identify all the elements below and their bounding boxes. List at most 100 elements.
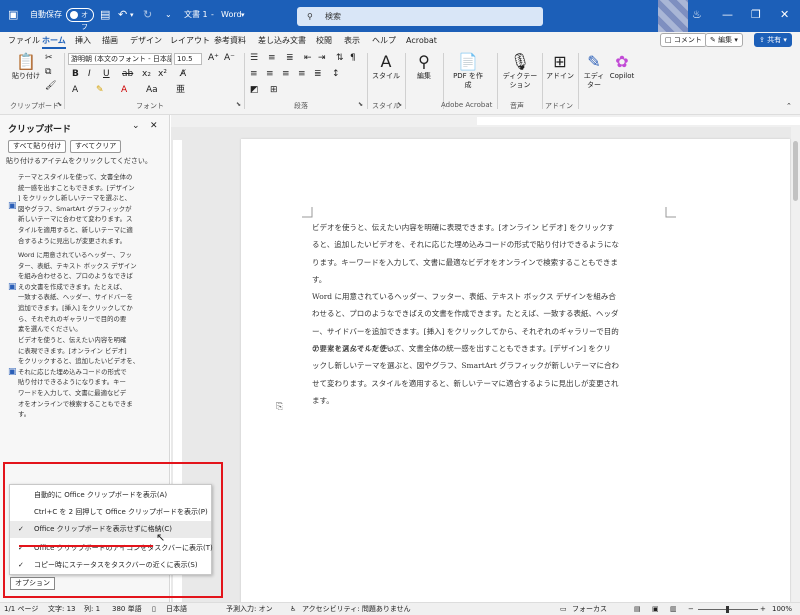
zoom-slider-thumb[interactable] (726, 606, 729, 613)
show-marks-icon[interactable]: ¶ (350, 53, 356, 64)
char-count[interactable]: 380 単語 (112, 603, 142, 615)
case-icon[interactable]: Aa (146, 85, 158, 96)
collapse-ribbon-icon[interactable]: ⌃ (786, 101, 792, 112)
italic-icon[interactable]: I (88, 69, 91, 80)
zoom-level[interactable]: 100% (772, 603, 792, 615)
lightbulb-icon[interactable]: ♨ (692, 8, 702, 22)
pane-close-icon[interactable]: ✕ (150, 121, 158, 131)
share-button[interactable]: ⇪ 共有 ▾ (754, 33, 792, 47)
scroll-thumb[interactable] (793, 141, 798, 201)
multilevel-list-icon[interactable]: ≣ (286, 53, 294, 64)
shading-icon[interactable]: ◩ (250, 85, 259, 96)
style-launcher-icon[interactable]: ⬊ (397, 101, 402, 108)
title-dropdown-icon[interactable]: ▾ (241, 8, 245, 22)
edit-button[interactable]: ⚲ 編集 (408, 52, 440, 81)
search-box[interactable]: ⚲ 検索 (297, 7, 543, 26)
avatar[interactable] (658, 0, 688, 32)
undo-dropdown-icon[interactable]: ▾ (130, 8, 134, 22)
paragraph-launcher-icon[interactable]: ⬊ (358, 101, 363, 108)
format-painter-icon[interactable]: 🖌 (45, 81, 56, 92)
proofing-icon[interactable]: ▯ (152, 603, 156, 615)
font-launcher-icon[interactable]: ⬊ (236, 101, 241, 108)
tab-draw[interactable]: 描画 (102, 35, 118, 47)
tab-home[interactable]: ホーム (42, 35, 66, 49)
tab-layout[interactable]: レイアウト (170, 35, 210, 47)
zoom-in-icon[interactable]: + (760, 603, 766, 615)
increase-indent-icon[interactable]: ⇥ (318, 53, 326, 64)
superscript-icon[interactable]: x² (158, 69, 167, 80)
focus-mode-button[interactable]: フォーカス (572, 603, 607, 615)
highlight-icon[interactable]: ✎ (96, 85, 104, 96)
minimize-icon[interactable]: — (722, 8, 733, 22)
cut-icon[interactable]: ✂ (45, 53, 53, 64)
distributed-icon[interactable]: ≣ (314, 69, 322, 80)
autosave-toggle[interactable]: オフ (66, 8, 94, 31)
menu-item-taskbar-icon[interactable]: ✓ Office クリップボードのアイコンをタスクバーに表示(T) (10, 540, 213, 557)
tab-design[interactable]: デザイン (130, 35, 162, 47)
tab-insert[interactable]: 挿入 (75, 35, 91, 47)
vertical-scrollbar[interactable] (791, 127, 800, 602)
horizontal-ruler[interactable] (171, 115, 800, 127)
create-pdf-button[interactable]: 📄 PDF を作成 (450, 52, 486, 90)
customize-qat-icon[interactable]: ⌄ (165, 8, 172, 22)
read-mode-icon[interactable]: ▤ (634, 603, 641, 615)
pane-options-icon[interactable]: ⌄ (132, 121, 140, 131)
justify-icon[interactable]: ≡ (298, 69, 306, 80)
dictation-button[interactable]: 🎙 ディクテーション (501, 52, 539, 90)
tab-view[interactable]: 表示 (344, 35, 360, 47)
copy-icon[interactable]: ⧉ (45, 67, 51, 78)
page-count[interactable]: 1/1 ページ (4, 603, 38, 615)
web-layout-icon[interactable]: ▥ (670, 603, 677, 615)
tab-file[interactable]: ファイル (8, 35, 40, 47)
paste-all-button[interactable]: すべて貼り付け (8, 140, 67, 153)
paste-options-icon[interactable]: ⎘ (276, 402, 283, 412)
zoom-out-icon[interactable]: − (688, 603, 694, 615)
undo-icon[interactable]: ↶ (118, 8, 127, 22)
save-icon[interactable]: ▤ (100, 8, 110, 22)
align-left-icon[interactable]: ≡ (250, 69, 258, 80)
close-icon[interactable]: ✕ (780, 8, 789, 22)
phonetic-icon[interactable]: 亜 (176, 85, 185, 96)
clipboard-launcher-icon[interactable]: ⬊ (57, 101, 62, 108)
font-color-icon[interactable]: A (121, 85, 127, 96)
paste-button[interactable]: 📋 貼り付け (10, 52, 42, 81)
doc-paragraph-1[interactable]: ビデオを使うと、伝えたい内容を明確に表現できます。[オンライン ビデオ] をクリ… (312, 219, 666, 288)
menu-item-auto-show[interactable]: 自動的に Office クリップボードを表示(A) (10, 487, 211, 504)
borders-icon[interactable]: ⊞ (270, 85, 278, 96)
clip-item-3[interactable]: ビデオを使うと、伝えたい内容を明確 に表現できます。[オンライン ビデオ] をク… (18, 335, 164, 420)
edit-mode-button[interactable]: ✎ 編集 ▾ (705, 33, 743, 47)
redo-icon[interactable]: ↻ (143, 8, 152, 22)
numbering-icon[interactable]: ≡ (268, 53, 276, 64)
word-count[interactable]: 文字: 13 (48, 603, 76, 615)
underline-icon[interactable]: U (103, 69, 110, 80)
menu-item-ctrl-c-twice[interactable]: Ctrl+C を 2 回押して Office クリップボードを表示(P) (10, 504, 211, 521)
text-effect-icon[interactable]: A (72, 85, 78, 96)
shrink-font-icon[interactable]: A⁻ (224, 53, 235, 64)
clear-format-icon[interactable]: A̸ (180, 69, 186, 80)
options-button[interactable]: オプション (10, 577, 55, 590)
language-indicator[interactable]: 日本語 (166, 603, 187, 615)
bullets-icon[interactable]: ☰ (250, 53, 258, 64)
restore-icon[interactable]: ❐ (751, 8, 761, 22)
font-size-box[interactable]: 10.5 (174, 53, 202, 65)
tab-acrobat[interactable]: Acrobat (406, 35, 437, 47)
menu-item-collect-without-showing[interactable]: ✓ Office クリップボードを表示せずに格納(C) (10, 521, 211, 538)
copilot-button[interactable]: ✿ Copilot (608, 52, 636, 81)
comment-button[interactable]: □ コメント (660, 33, 707, 47)
font-name-box[interactable]: 游明朝 (本文のフォント - 日本語) (68, 53, 172, 65)
bold-icon[interactable]: B (72, 69, 79, 80)
tab-help[interactable]: ヘルプ (372, 35, 396, 47)
predictive-input[interactable]: 予測入力: オン (226, 603, 273, 615)
tab-references[interactable]: 参考資料 (214, 35, 246, 47)
print-layout-icon[interactable]: ▣ (652, 603, 659, 615)
line-spacing-icon[interactable]: ↕ (332, 69, 340, 80)
menu-item-status-near-taskbar[interactable]: ✓ コピー時にステータスをタスクバーの近くに表示(S) (10, 557, 211, 574)
clip-item-2[interactable]: Word に用意されているヘッダー、フッ ター、表紙、テキスト ボックス デザイ… (18, 250, 164, 335)
accessibility-status[interactable]: アクセシビリティ: 問題ありません (302, 603, 411, 615)
styles-button[interactable]: A スタイル (370, 52, 402, 81)
doc-paragraph-3[interactable]: テーマとスタイルを使って、文書全体の統一感を出すこともできます。[デザイン] を… (312, 340, 666, 409)
align-right-icon[interactable]: ≡ (282, 69, 290, 80)
decrease-indent-icon[interactable]: ⇤ (304, 53, 312, 64)
grow-font-icon[interactable]: A⁺ (208, 53, 219, 64)
tab-mailings[interactable]: 差し込み文書 (258, 35, 306, 47)
